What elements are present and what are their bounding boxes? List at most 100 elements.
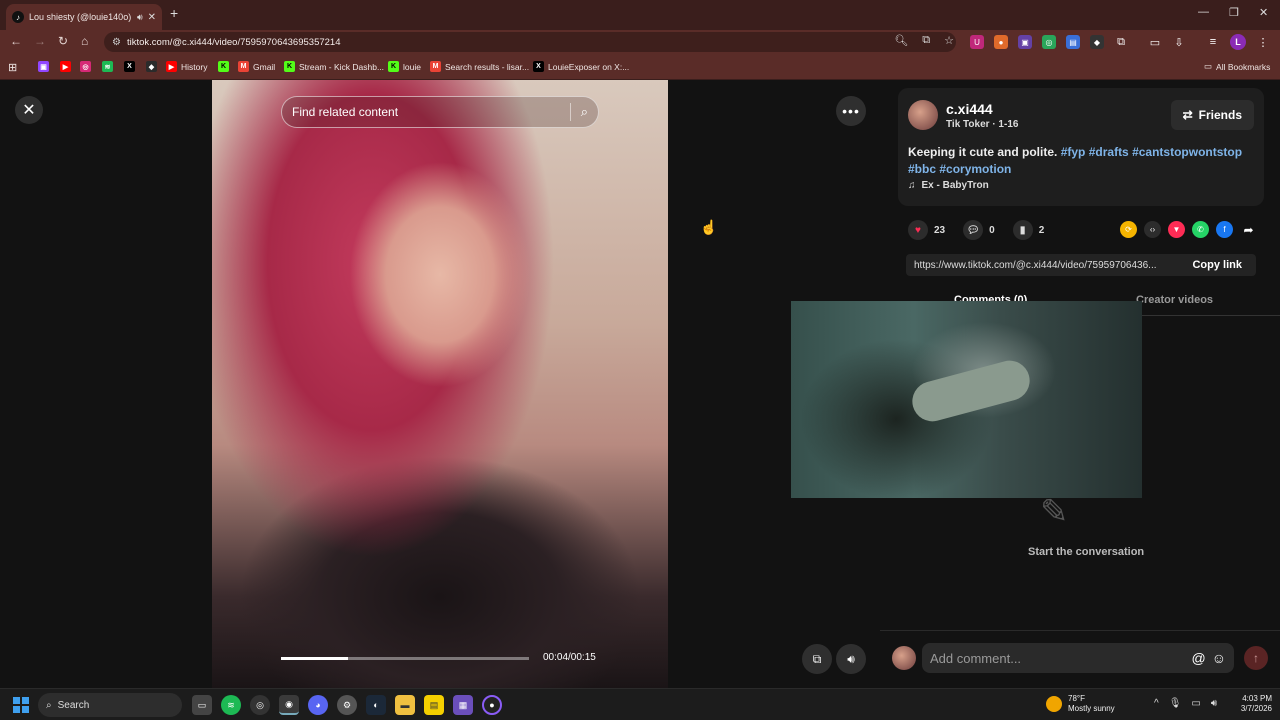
emoji-icon[interactable]: ☺ — [1212, 650, 1226, 666]
embed-icon[interactable]: ‹› — [1144, 221, 1161, 238]
volume-button[interactable]: 🔊︎ — [836, 644, 866, 674]
bookmark-star-icon[interactable]: ☆ — [944, 34, 954, 47]
post-caption: Keeping it cute and polite. #fyp #drafts… — [908, 144, 1258, 178]
windows-start-icon[interactable] — [13, 697, 29, 713]
sticky-notes-icon[interactable]: ▤ — [424, 695, 444, 715]
friends-button[interactable]: ⇄ Friends — [1170, 100, 1254, 130]
back-icon[interactable]: ← — [10, 34, 22, 48]
bookmark-item[interactable]: ≋ — [102, 61, 113, 72]
bookmark-item[interactable]: ◎ — [80, 61, 91, 72]
settings-icon[interactable]: ⚙ — [337, 695, 357, 715]
hashtag[interactable]: #drafts — [1089, 145, 1129, 159]
reload-icon[interactable]: ↻ — [58, 34, 68, 48]
task-view-icon[interactable]: ▭ — [192, 695, 212, 715]
site-info-icon[interactable]: ⚙ — [112, 37, 121, 48]
volume-icon[interactable]: 🔊︎ — [1211, 698, 1217, 709]
bookmark-item[interactable]: K Stream - Kick Dashb... — [284, 61, 384, 72]
zoom-icon[interactable]: 🔍︎ — [894, 34, 908, 47]
url-field[interactable]: ⚙ tiktok.com/@c.xi444/video/759597064369… — [104, 32, 956, 52]
share-arrow-icon[interactable]: ➦ — [1240, 221, 1257, 238]
facebook-icon[interactable]: f — [1216, 221, 1233, 238]
obs-icon[interactable]: ● — [482, 695, 502, 715]
media-icon[interactable]: ≡ — [1206, 35, 1220, 49]
comment-input[interactable]: Add comment... @ ☺ — [922, 643, 1234, 673]
extension-icon[interactable]: ● — [994, 35, 1008, 49]
puzzle-icon[interactable]: ⧉ — [1114, 35, 1128, 49]
extension-icon[interactable]: ◆ — [1090, 35, 1104, 49]
network-icon[interactable]: ▭ — [1191, 698, 1200, 709]
bookmark-item[interactable]: X — [124, 61, 135, 72]
friends-label: Friends — [1198, 108, 1242, 122]
microphone-icon[interactable]: 🎙︎ — [1169, 698, 1182, 709]
related-search[interactable]: Find related content ⌕ — [281, 96, 599, 128]
hashtag[interactable]: #bbc — [908, 162, 936, 176]
mention-icon[interactable]: @ — [1191, 650, 1205, 666]
discord-icon[interactable]: ◕ — [308, 695, 328, 715]
pip-button[interactable]: ⧉ — [802, 644, 832, 674]
app-icon[interactable]: ▦ — [453, 695, 473, 715]
like-button[interactable]: ♥ 23 — [908, 220, 945, 240]
video-progress-bar[interactable] — [281, 657, 529, 660]
weather-widget[interactable]: 78°F Mostly sunny — [1046, 694, 1115, 714]
bookmark-item[interactable]: M Search results - lisar... — [430, 61, 529, 72]
bookmark-item[interactable]: ▶ History — [166, 61, 207, 72]
close-window-icon[interactable]: ✕ — [1259, 6, 1268, 19]
new-tab-button[interactable]: + — [170, 5, 178, 21]
taskbar-search-label: Search — [57, 699, 90, 711]
repost-icon[interactable]: ⟳ — [1120, 221, 1137, 238]
file-explorer-icon[interactable]: ▬ — [395, 695, 415, 715]
search-icon[interactable]: ⌕ — [581, 104, 588, 120]
taskbar-search[interactable]: ⌕ Search — [38, 693, 182, 717]
hashtag[interactable]: #corymotion — [939, 162, 1011, 176]
bookmark-item[interactable]: ◆ — [146, 61, 157, 72]
bookmark-item[interactable]: ▣ — [38, 61, 49, 72]
tab-creator-videos[interactable]: Creator videos — [1136, 294, 1213, 306]
apps-icon[interactable]: ⊞ — [8, 61, 17, 74]
close-tab-icon[interactable]: ✕ — [148, 12, 156, 23]
copy-link-button[interactable]: Copy link — [1178, 259, 1256, 271]
bookmark-item[interactable]: M Gmail — [238, 61, 275, 72]
twitch-extension-icon[interactable]: ▣ — [1018, 35, 1032, 49]
bookmark-item[interactable]: K — [218, 61, 229, 72]
forward-icon[interactable]: → — [34, 34, 46, 48]
extension-icon[interactable]: ◎ — [1042, 35, 1056, 49]
extension-icon[interactable]: ▤ — [1066, 35, 1080, 49]
post-comment-button[interactable]: ↑ — [1244, 646, 1268, 670]
video-player[interactable]: Find related content ⌕ 00:04/00:15 — [212, 80, 668, 688]
music-link[interactable]: ♫ Ex - BabyTron — [908, 180, 989, 191]
chevron-up-icon[interactable]: ^ — [1154, 698, 1159, 709]
all-bookmarks[interactable]: ▭ All Bookmarks — [1204, 61, 1270, 72]
hashtag[interactable]: #fyp — [1061, 145, 1086, 159]
spotify-icon[interactable]: ≋ — [221, 695, 241, 715]
extension-icon[interactable]: U — [970, 35, 984, 49]
restore-icon[interactable]: ❐ — [1229, 6, 1239, 19]
send-icon[interactable]: ▼ — [1168, 221, 1185, 238]
creator-avatar[interactable] — [908, 100, 938, 130]
hashtag[interactable]: #cantstopwontstop — [1132, 145, 1242, 159]
speaker-icon[interactable]: 🔊︎ — [137, 12, 143, 23]
comment-button[interactable]: 💬︎ 0 — [963, 220, 995, 240]
search-input[interactable]: Find related content — [292, 105, 570, 119]
cast-icon[interactable]: ⧉ — [922, 34, 930, 47]
creator-username[interactable]: c.xi444 — [946, 101, 993, 117]
bookmark-item[interactable]: X LouieExposer on X:... — [533, 61, 629, 72]
save-icon[interactable]: ⇩ — [1172, 35, 1186, 49]
app-icon[interactable]: ◎ — [250, 695, 270, 715]
minimize-icon[interactable]: — — [1198, 6, 1209, 18]
steam-icon[interactable]: ◐ — [366, 695, 386, 715]
menu-icon[interactable]: ⋮ — [1256, 35, 1270, 49]
save-button[interactable]: ▮ 2 — [1012, 220, 1044, 240]
system-clock[interactable]: 4:03 PM 3/7/2026 — [1228, 694, 1272, 714]
more-options-button[interactable]: ••• — [836, 96, 866, 126]
browser-tab[interactable]: ♪ Lou shiesty (@louie140o) | 🔊︎ ✕ — [6, 4, 162, 30]
home-icon[interactable]: ⌂ — [81, 34, 88, 48]
whatsapp-icon[interactable]: ✆ — [1192, 221, 1209, 238]
close-video-button[interactable]: ✕ — [15, 96, 43, 124]
sidebar-icon[interactable]: ▭ — [1148, 35, 1162, 49]
bookmark-item[interactable]: ▶ — [60, 61, 71, 72]
bookmark-item[interactable]: Klouie — [388, 61, 421, 72]
gmail-icon: M — [238, 61, 249, 72]
chrome-icon[interactable]: ◉ — [279, 695, 299, 715]
post-link: https://www.tiktok.com/@c.xi444/video/75… — [914, 259, 1157, 271]
profile-avatar[interactable]: L — [1230, 34, 1246, 50]
